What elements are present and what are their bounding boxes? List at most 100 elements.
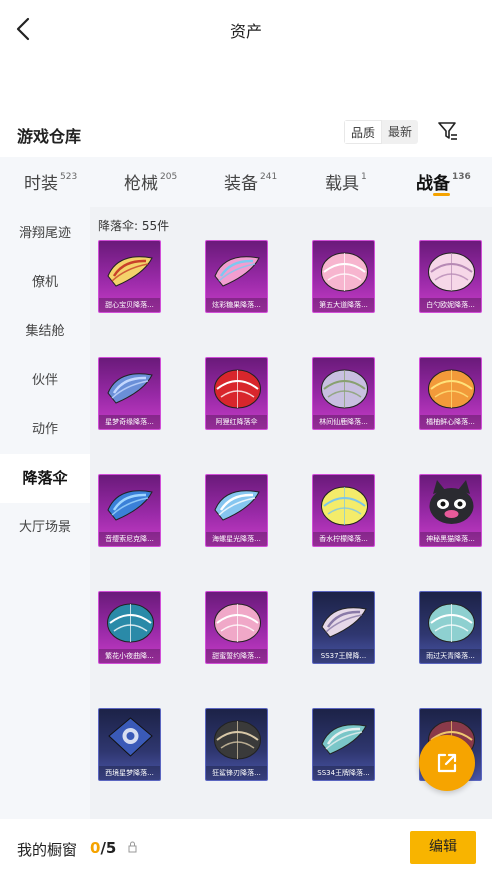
tab-count: 241: [260, 172, 278, 183]
sidebar-item-glide-trail[interactable]: 滑翔尾迹: [0, 209, 90, 258]
sidebar-item-companion[interactable]: 伙伴: [0, 356, 90, 405]
parachute-name: 甜心宝贝降落...: [99, 298, 160, 312]
parachute-name: 繁花小夜曲降...: [99, 649, 160, 663]
parachute-card[interactable]: 海螺星光降落...: [205, 474, 268, 547]
parachute-image: [214, 490, 260, 521]
page-title: 资产: [229, 22, 262, 41]
tab-vehicles[interactable]: 载具 1: [325, 169, 367, 194]
tab-count: 136: [452, 172, 471, 183]
parachute-card[interactable]: 音缨索尼克降...: [98, 474, 161, 547]
edit-button[interactable]: 编辑: [410, 831, 476, 864]
parachute-card[interactable]: 林间仙鹿降落...: [312, 357, 375, 430]
parachute-image: [321, 369, 368, 409]
parachute-card[interactable]: SS37王牌降...: [312, 591, 375, 664]
active-tab-indicator: [433, 193, 450, 196]
tab-equipment[interactable]: 装备 241: [224, 169, 277, 194]
filter-icon[interactable]: [437, 120, 459, 142]
parachute-image: [321, 486, 368, 526]
parachute-card[interactable]: 香水柠檬降落...: [312, 474, 375, 547]
parachute-image: [428, 369, 475, 409]
parachute-name: 炫彩糖果降落...: [206, 298, 267, 312]
parachute-card[interactable]: 第五大道降落...: [312, 240, 375, 313]
parachute-image: [429, 480, 474, 524]
subcategory-sidebar: 滑翔尾迹 僚机 集结舱 伙伴 动作 降落伞 大厅场景: [0, 207, 90, 819]
sidebar-item-lobby-scene[interactable]: 大厅场景: [0, 503, 90, 552]
section-title: 游戏仓库: [17, 127, 82, 146]
parachute-card[interactable]: 甜心宝贝降落...: [98, 240, 161, 313]
parachute-card[interactable]: 西境星梦降落...: [98, 708, 161, 781]
tab-fashion[interactable]: 时装 523: [24, 169, 77, 194]
parachute-name: 白勺欧妮降落...: [420, 298, 481, 312]
parachute-image: [321, 252, 368, 292]
parachute-card[interactable]: 白勺欧妮降落...: [419, 240, 482, 313]
parachute-image: [428, 603, 475, 643]
parachute-image: [321, 607, 367, 638]
tab-count: 1: [361, 172, 367, 183]
parachute-card[interactable]: 星梦奇缘降落...: [98, 357, 161, 430]
parachute-image: [214, 720, 261, 760]
category-tabs: 时装 523 枪械 205 装备 241 载具 1 战备 136: [0, 157, 492, 207]
parachute-grid: 降落伞: 55件 甜心宝贝降落... 炫彩糖果降落... 第五大道降落... 白勺欧妮…: [90, 207, 492, 819]
showcase-current: 0: [90, 839, 101, 857]
parachute-name: 西境星梦降落...: [99, 766, 160, 780]
tab-label: 装备: [224, 174, 258, 194]
tab-label: 时装: [24, 174, 58, 194]
parachute-card[interactable]: 狂鲨锋刃降落...: [205, 708, 268, 781]
showcase-max: 5: [105, 839, 117, 857]
lock-icon: [128, 841, 137, 853]
parachute-card[interactable]: 甜蜜誓约降落...: [205, 591, 268, 664]
parachute-image: [428, 252, 475, 292]
parachute-image: [214, 256, 260, 287]
sort-latest-button[interactable]: 最新: [382, 120, 419, 144]
parachute-image: [321, 724, 367, 755]
parachute-name: 雨过天青降落...: [420, 649, 481, 663]
parachute-name: 海螺星光降落...: [206, 532, 267, 546]
parachute-name: 甜蜜誓约降落...: [206, 649, 267, 663]
parachute-card[interactable]: 炫彩糖果降落...: [205, 240, 268, 313]
sort-toggle: 品质 最新: [344, 120, 419, 144]
share-button[interactable]: [419, 735, 475, 791]
parachute-image: [107, 373, 153, 404]
parachute-name: 林间仙鹿降落...: [313, 415, 374, 429]
sidebar-item-wingman[interactable]: 僚机: [0, 258, 90, 307]
parachute-card[interactable]: 繁花小夜曲降...: [98, 591, 161, 664]
parachute-name: 音缨索尼克降...: [99, 532, 160, 546]
showcase-label: 我的橱窗: [17, 841, 78, 859]
warehouse-header: 游戏仓库 品质 最新: [0, 116, 492, 150]
showcase-bar: 我的橱窗 0/5 编辑: [0, 819, 492, 876]
showcase-count: 0/5: [90, 839, 116, 857]
parachute-card[interactable]: 阿狸红降落伞: [205, 357, 268, 430]
parachute-card[interactable]: 橘柚鲜心降落...: [419, 357, 482, 430]
sidebar-item-parachute[interactable]: 降落伞: [0, 454, 90, 503]
parachute-image: [214, 603, 261, 643]
tab-combat-gear[interactable]: 战备 136: [416, 169, 471, 194]
share-external-icon: [437, 753, 457, 773]
parachute-image: [107, 603, 154, 643]
sort-quality-button[interactable]: 品质: [344, 120, 383, 144]
tab-label: 枪械: [124, 174, 158, 194]
parachute-name: 橘柚鲜心降落...: [420, 415, 481, 429]
parachute-card[interactable]: 雨过天青降落...: [419, 591, 482, 664]
parachute-image: [107, 256, 153, 287]
tab-label: 载具: [325, 174, 359, 194]
parachute-name: 阿狸红降落伞: [206, 415, 267, 429]
parachute-image: [214, 369, 261, 409]
parachute-name: SS37王牌降...: [313, 649, 374, 663]
parachute-image: [107, 490, 153, 521]
parachute-card[interactable]: SS34王牌降落...: [312, 708, 375, 781]
tab-label: 战备: [416, 174, 450, 194]
sidebar-item-pod[interactable]: 集结舱: [0, 307, 90, 356]
parachute-name: 星梦奇缘降落...: [99, 415, 160, 429]
parachute-name: 香水柠檬降落...: [313, 532, 374, 546]
sidebar-item-emote[interactable]: 动作: [0, 405, 90, 454]
tab-count: 205: [160, 172, 178, 183]
top-bar: 资产: [0, 0, 492, 58]
parachute-card[interactable]: 神秘黑猫降落...: [419, 474, 482, 547]
tab-count: 523: [60, 172, 78, 183]
parachute-name: 第五大道降落...: [313, 298, 374, 312]
parachute-name: SS34王牌降落...: [313, 766, 374, 780]
parachute-image: [108, 717, 153, 757]
parachute-name: 神秘黑猫降落...: [420, 532, 481, 546]
parachute-name: 狂鲨锋刃降落...: [206, 766, 267, 780]
tab-weapons[interactable]: 枪械 205: [124, 169, 177, 194]
